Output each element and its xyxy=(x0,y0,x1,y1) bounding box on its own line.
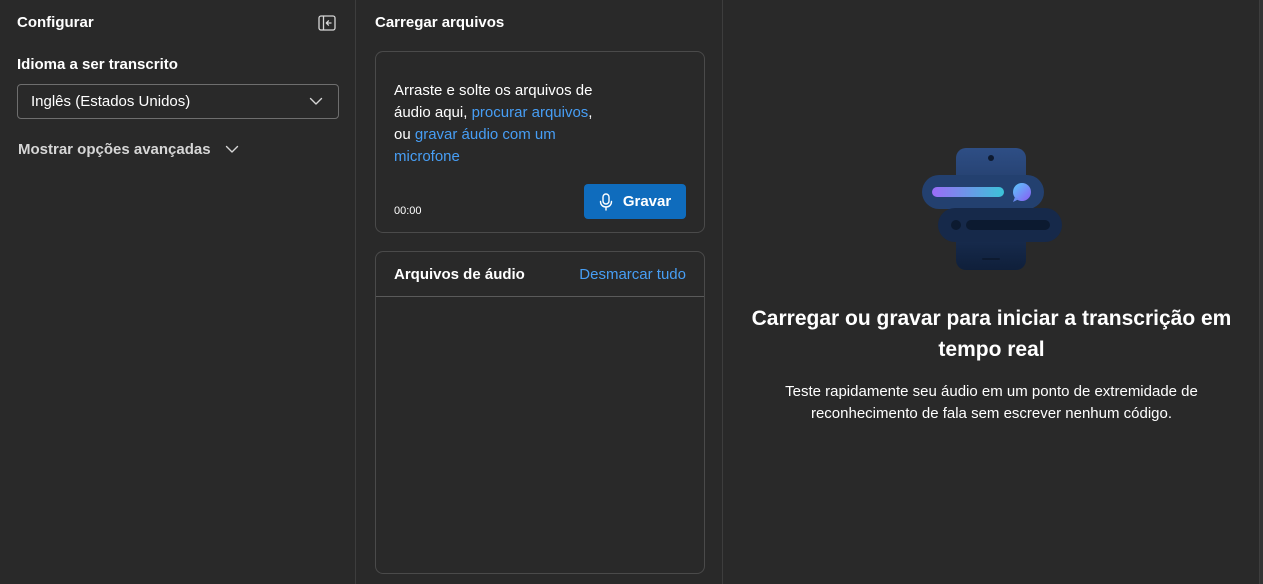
browse-files-link[interactable]: procurar arquivos xyxy=(472,104,589,121)
recording-timer: 00:00 xyxy=(394,205,422,217)
advanced-options-toggle[interactable]: Mostrar opções avançadas xyxy=(18,139,239,159)
advanced-options-label: Mostrar opções avançadas xyxy=(18,140,211,158)
upload-title: Carregar arquivos xyxy=(375,14,505,31)
record-audio-link[interactable]: gravar áudio com um microfone xyxy=(394,126,556,165)
panel-collapse-icon xyxy=(318,15,336,31)
config-pane: Configurar Idioma a ser transcrito Inglê… xyxy=(0,0,356,584)
upload-pane: Carregar arquivos Arraste e solte os arq… xyxy=(357,0,723,584)
language-value: Inglês (Estados Unidos) xyxy=(31,93,191,110)
language-dropdown[interactable]: Inglês (Estados Unidos) xyxy=(17,84,339,119)
deselect-all-link[interactable]: Desmarcar tudo xyxy=(579,266,686,283)
speech-studio-app: Configurar Idioma a ser transcrito Inglê… xyxy=(0,0,1263,584)
empty-state-description: Teste rapidamente seu áudio em um ponto … xyxy=(785,383,1198,422)
record-button[interactable]: Gravar xyxy=(584,184,686,219)
language-label: Idioma a ser transcrito xyxy=(17,56,178,73)
audio-files-panel: Arquivos de áudio Desmarcar tudo xyxy=(375,251,705,574)
transcription-empty-state: Carregar ou gravar para iniciar a transc… xyxy=(724,0,1259,584)
drop-instructions: Arraste e solte os arquivos de áudio aqu… xyxy=(394,80,594,168)
empty-state-title: Carregar ou gravar para iniciar a transc… xyxy=(751,307,1232,361)
file-drop-zone[interactable]: Arraste e solte os arquivos de áudio aqu… xyxy=(375,51,705,233)
speech-transcription-illustration xyxy=(922,148,1062,270)
config-title: Configurar xyxy=(17,14,94,31)
collapse-panel-button[interactable] xyxy=(317,14,337,32)
chevron-down-icon xyxy=(225,145,238,153)
audio-files-header: Arquivos de áudio Desmarcar tudo xyxy=(376,252,704,297)
audio-files-title: Arquivos de áudio xyxy=(394,265,525,283)
record-button-label: Gravar xyxy=(622,193,672,210)
chevron-down-icon xyxy=(309,97,323,105)
scrollbar-track[interactable] xyxy=(1259,0,1263,584)
microphone-icon xyxy=(599,192,613,211)
